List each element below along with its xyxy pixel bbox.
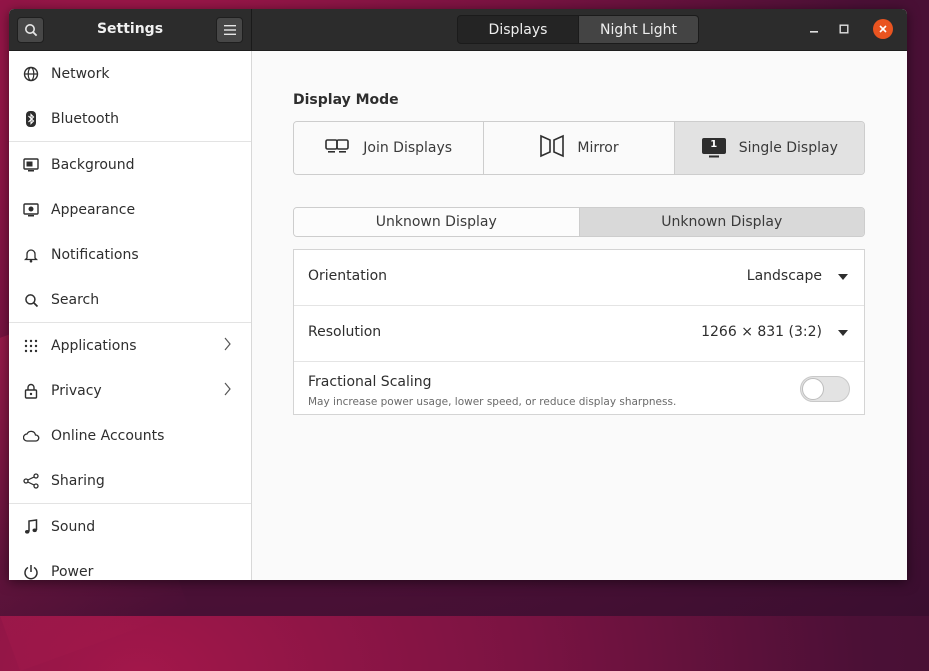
sidebar-item-label: Online Accounts: [51, 427, 165, 444]
sidebar: Network Bluetooth Background Appearance …: [9, 51, 252, 580]
display-mode-title: Display Mode: [293, 92, 399, 108]
music-note-icon: [22, 518, 40, 536]
view-switcher: Displays Night Light: [457, 15, 699, 44]
background-icon: [22, 156, 40, 174]
grid-icon: [22, 337, 40, 355]
sidebar-item-label: Notifications: [51, 246, 139, 263]
orientation-value: Landscape: [746, 268, 822, 284]
display-tabs: Unknown Display Unknown Display: [293, 207, 865, 237]
search-icon: [24, 24, 37, 37]
sidebar-item-label: Search: [51, 291, 100, 308]
sidebar-item-label: Privacy: [51, 382, 102, 399]
resolution-row[interactable]: Resolution 1266 × 831 (3:2): [294, 306, 864, 362]
sidebar-item-background[interactable]: Background: [9, 142, 251, 187]
mirror-button[interactable]: Mirror: [484, 122, 675, 174]
minimize-button[interactable]: [804, 19, 824, 39]
settings-window: Settings Displays Night Light Network Bl…: [9, 9, 907, 580]
search-icon: [22, 291, 40, 309]
fractional-scaling-row: Fractional Scaling May increase power us…: [294, 362, 864, 417]
bell-icon: [22, 246, 40, 264]
sidebar-item-search[interactable]: Search: [9, 277, 251, 322]
sidebar-item-label: Sound: [51, 518, 96, 535]
toggle-knob: [802, 378, 824, 400]
sidebar-item-label: Power: [51, 563, 94, 580]
sidebar-item-privacy[interactable]: Privacy: [9, 368, 251, 413]
sidebar-item-label: Network: [51, 65, 110, 82]
join-displays-button[interactable]: Join Displays: [294, 122, 485, 174]
tab-displays[interactable]: Displays: [457, 15, 579, 44]
header-bar: Settings Displays Night Light: [9, 9, 907, 51]
resolution-label: Resolution: [308, 324, 382, 340]
mode-label: Mirror: [577, 140, 619, 156]
maximize-button[interactable]: [834, 19, 854, 39]
app-title: Settings: [96, 21, 164, 37]
header-separator: [251, 9, 252, 50]
sidebar-item-appearance[interactable]: Appearance: [9, 187, 251, 232]
power-icon: [22, 563, 40, 580]
display-tab-2[interactable]: Unknown Display: [578, 208, 864, 236]
minimize-icon: [810, 31, 818, 33]
search-button[interactable]: [17, 17, 44, 43]
chevron-right-icon: [223, 381, 231, 401]
menu-button[interactable]: [216, 17, 243, 43]
sidebar-item-power[interactable]: Power: [9, 549, 251, 580]
mode-label: Single Display: [738, 140, 838, 156]
sidebar-item-network[interactable]: Network: [9, 51, 251, 96]
sidebar-item-online-accounts[interactable]: Online Accounts: [9, 413, 251, 458]
sidebar-item-label: Applications: [51, 337, 137, 354]
single-display-button[interactable]: 1 Single Display: [674, 122, 864, 174]
sidebar-item-sharing[interactable]: Sharing: [9, 458, 251, 503]
tab-night-light[interactable]: Night Light: [579, 15, 699, 44]
sidebar-item-sound[interactable]: Sound: [9, 504, 251, 549]
display-tab-1[interactable]: Unknown Display: [294, 208, 579, 236]
close-icon: [879, 25, 887, 33]
displays-panel: Display Mode Join Displays Mirror 1 Sing…: [252, 51, 907, 580]
fractional-scaling-label: Fractional Scaling: [308, 374, 432, 390]
dropdown-arrow-icon: [838, 330, 848, 336]
maximize-icon: [839, 24, 849, 34]
fractional-scaling-description: May increase power usage, lower speed, o…: [308, 396, 677, 408]
orientation-row[interactable]: Orientation Landscape: [294, 250, 864, 306]
dropdown-arrow-icon: [838, 274, 848, 280]
resolution-value: 1266 × 831 (3:2): [701, 324, 822, 340]
display-mode-selector: Join Displays Mirror 1 Single Display: [293, 121, 865, 175]
sidebar-item-label: Bluetooth: [51, 110, 119, 127]
mode-label: Join Displays: [363, 140, 453, 156]
lock-icon: [22, 382, 40, 400]
join-displays-icon: [325, 137, 351, 159]
sidebar-item-label: Appearance: [51, 201, 136, 218]
single-display-icon: 1: [701, 137, 727, 159]
display-number-badge: 1: [710, 139, 718, 150]
sidebar-item-bluetooth[interactable]: Bluetooth: [9, 96, 251, 141]
bluetooth-icon: [22, 110, 40, 128]
sidebar-item-label: Background: [51, 156, 135, 173]
sidebar-item-applications[interactable]: Applications: [9, 323, 251, 368]
appearance-icon: [22, 201, 40, 219]
display-settings-list: Orientation Landscape Resolution 1266 × …: [293, 249, 865, 415]
close-button[interactable]: [873, 19, 893, 39]
share-icon: [22, 472, 40, 490]
sidebar-item-label: Sharing: [51, 472, 105, 489]
fractional-scaling-toggle[interactable]: [800, 376, 850, 402]
hamburger-menu-icon: [223, 25, 236, 35]
mirror-icon: [539, 134, 565, 162]
sidebar-item-notifications[interactable]: Notifications: [9, 232, 251, 277]
cloud-icon: [22, 427, 40, 445]
orientation-label: Orientation: [308, 268, 388, 284]
network-globe-icon: [22, 65, 40, 83]
chevron-right-icon: [223, 336, 231, 356]
